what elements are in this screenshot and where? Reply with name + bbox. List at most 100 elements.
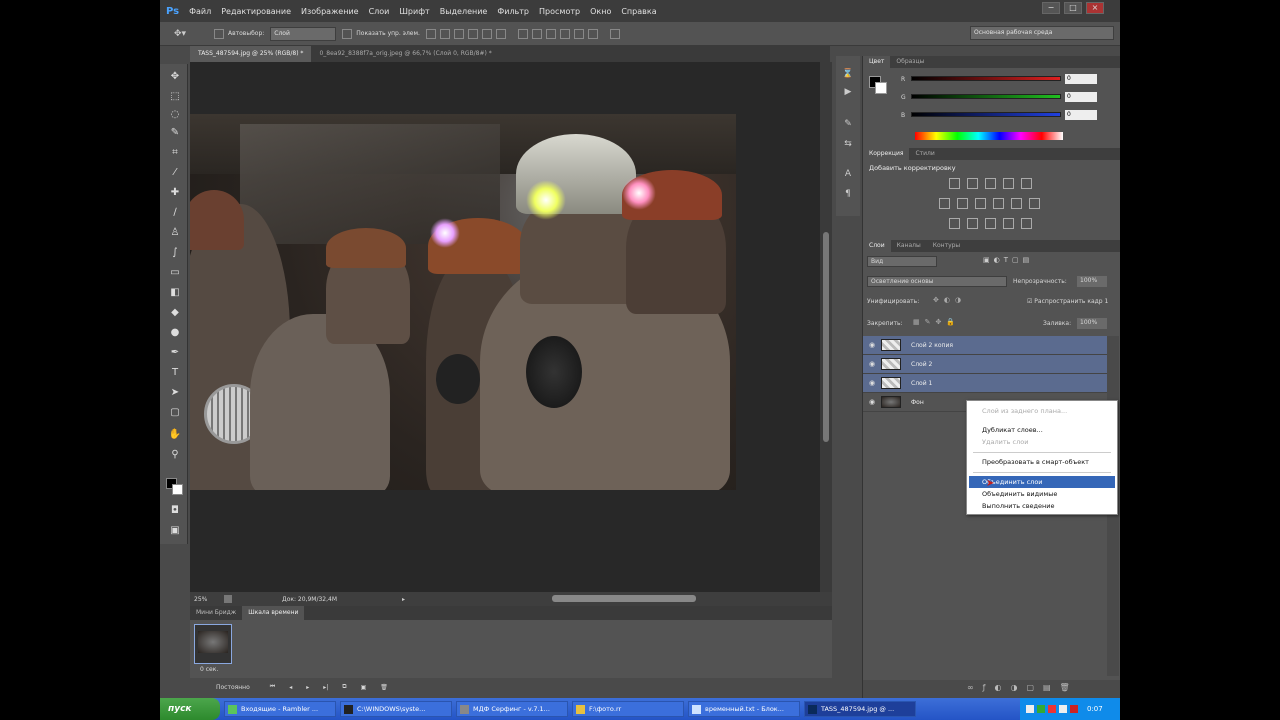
distribute-center-icon[interactable] bbox=[573, 28, 584, 39]
healing-icon[interactable]: ✚ bbox=[168, 186, 182, 200]
layer-name[interactable]: Слой 1 bbox=[911, 380, 932, 387]
auto-select-checkbox[interactable] bbox=[214, 28, 224, 39]
duplicate-frame-icon[interactable]: ▣ bbox=[361, 684, 367, 691]
clone-source-icon[interactable]: ⇆ bbox=[842, 138, 854, 150]
ctx-convert-smart-object[interactable]: Преобразовать в смарт-объект bbox=[969, 456, 1115, 468]
status-arrow-icon[interactable]: ▸ bbox=[402, 596, 405, 603]
menu-edit[interactable]: Редактирование bbox=[221, 7, 291, 16]
distribute-bottom-icon[interactable] bbox=[545, 28, 556, 39]
blend-mode-dropdown[interactable]: Осветление основы bbox=[867, 276, 1007, 287]
play-icon[interactable]: ▸ bbox=[306, 684, 309, 691]
vertical-scrollbar[interactable] bbox=[820, 62, 832, 592]
status-icon[interactable] bbox=[224, 595, 232, 603]
lasso-icon[interactable]: ◌ bbox=[168, 108, 182, 122]
tween-icon[interactable]: ⧉ bbox=[342, 683, 346, 691]
background-color-swatch[interactable] bbox=[172, 484, 183, 495]
clock[interactable]: 0:07 bbox=[1087, 705, 1103, 713]
horizontal-scroll-thumb[interactable] bbox=[552, 595, 696, 602]
move-icon[interactable]: ✥ bbox=[168, 70, 182, 84]
quick-select-icon[interactable]: ✎ bbox=[168, 126, 182, 140]
doc-tab-active[interactable]: TASS_487594.jpg @ 25% (RGB/8) * bbox=[190, 46, 312, 62]
color-balance-icon[interactable] bbox=[957, 198, 968, 209]
taskbar-item[interactable]: TASS_487594.jpg @ ... bbox=[804, 701, 916, 717]
marquee-icon[interactable]: ⬚ bbox=[168, 90, 182, 104]
taskbar-item[interactable]: Входящие - Rambler ... bbox=[224, 701, 336, 717]
paragraph-icon[interactable]: ¶ bbox=[842, 188, 854, 200]
menu-filter[interactable]: Фильтр bbox=[497, 7, 529, 16]
eye-icon[interactable]: ◉ bbox=[863, 341, 881, 349]
filter-icons[interactable]: ▣◐T▢▤ bbox=[983, 256, 1063, 267]
blur-icon[interactable]: ◆ bbox=[168, 306, 182, 320]
layer-row[interactable]: ◉ Слой 2 bbox=[863, 355, 1107, 374]
document-image[interactable] bbox=[190, 114, 736, 490]
menu-select[interactable]: Выделение bbox=[440, 7, 488, 16]
tab-mini-bridge[interactable]: Мини Бридж bbox=[190, 606, 242, 620]
auto-select-dropdown[interactable]: Слой bbox=[270, 26, 337, 41]
quick-mask-icon[interactable]: ◘ bbox=[168, 504, 182, 518]
eye-icon[interactable]: ◉ bbox=[863, 398, 881, 406]
ctx-delete-layers[interactable]: Удалить слои bbox=[969, 436, 1115, 448]
menu-layers[interactable]: Слои bbox=[369, 7, 390, 16]
selective-color-icon[interactable] bbox=[1021, 218, 1032, 229]
eye-icon[interactable]: ◉ bbox=[863, 379, 881, 387]
channel-b-value[interactable]: 0 bbox=[1065, 110, 1097, 120]
canvas-area[interactable] bbox=[190, 62, 832, 592]
propagate-checkbox[interactable]: ☑ Распространить кадр 1 bbox=[1027, 298, 1108, 305]
menu-image[interactable]: Изображение bbox=[301, 7, 359, 16]
brush-icon[interactable]: ∕ bbox=[168, 206, 182, 220]
align-bottom-icon[interactable] bbox=[453, 28, 464, 39]
eraser-icon[interactable]: ▭ bbox=[168, 266, 182, 280]
fill-value[interactable]: 100% bbox=[1077, 318, 1107, 329]
shape-icon[interactable]: ▢ bbox=[168, 406, 182, 420]
tab-corrections[interactable]: Коррекция bbox=[863, 148, 910, 160]
tab-channels[interactable]: Каналы bbox=[891, 240, 927, 252]
invert-icon[interactable] bbox=[949, 218, 960, 229]
distribute-middle-icon[interactable] bbox=[531, 28, 542, 39]
menu-help[interactable]: Справка bbox=[621, 7, 656, 16]
pen-icon[interactable]: ✒ bbox=[168, 346, 182, 360]
tray-icon[interactable] bbox=[1059, 705, 1067, 713]
channel-b-slider[interactable] bbox=[911, 112, 1061, 117]
distribute-top-icon[interactable] bbox=[517, 28, 528, 39]
menu-type[interactable]: Шрифт bbox=[399, 7, 429, 16]
tab-swatches[interactable]: Образцы bbox=[890, 56, 930, 68]
align-left-icon[interactable] bbox=[467, 28, 478, 39]
taskbar-item[interactable]: МДФ Серфинг - v.7.1... bbox=[456, 701, 568, 717]
actions-icon[interactable]: ▶ bbox=[842, 86, 854, 98]
color-bg-swatch[interactable] bbox=[875, 82, 887, 94]
layers-footer-icons[interactable]: ∞ƒ◐◑▢▤🗑 bbox=[863, 680, 1120, 698]
taskbar-item[interactable]: C:\WINDOWS\syste... bbox=[340, 701, 452, 717]
menu-window[interactable]: Окно bbox=[590, 7, 611, 16]
color-spectrum[interactable] bbox=[915, 132, 1063, 140]
prev-frame-icon[interactable]: ◂ bbox=[289, 684, 292, 691]
tray-icon[interactable] bbox=[1026, 705, 1034, 713]
channel-g-slider[interactable] bbox=[911, 94, 1061, 99]
eyedropper-icon[interactable]: ⁄ bbox=[168, 166, 182, 180]
ctx-flatten-image[interactable]: Выполнить сведение bbox=[969, 500, 1115, 512]
photo-filter-icon[interactable] bbox=[993, 198, 1004, 209]
dodge-icon[interactable]: ● bbox=[168, 326, 182, 340]
layer-name[interactable]: Слой 2 копия bbox=[911, 342, 953, 349]
layer-name[interactable]: Слой 2 bbox=[911, 361, 932, 368]
hue-sat-icon[interactable] bbox=[939, 198, 950, 209]
delete-frame-icon[interactable]: 🗑 bbox=[380, 684, 388, 691]
tab-styles[interactable]: Стили bbox=[909, 148, 940, 160]
tab-paths[interactable]: Контуры bbox=[927, 240, 966, 252]
hand-icon[interactable]: ✋ bbox=[168, 428, 182, 442]
kind-filter-dropdown[interactable]: Вид bbox=[867, 256, 937, 267]
tab-timeline[interactable]: Шкала времени bbox=[242, 606, 305, 620]
channel-r-slider[interactable] bbox=[911, 76, 1061, 81]
start-button[interactable]: пуск bbox=[160, 698, 220, 720]
layer-name[interactable]: Фон bbox=[911, 399, 924, 406]
auto-align-icon[interactable] bbox=[609, 28, 620, 39]
doc-tab-second[interactable]: 0_8ea92_8388f7a_orig.jpeg @ 66,7% (Слой … bbox=[311, 46, 499, 62]
black-white-icon[interactable] bbox=[975, 198, 986, 209]
ctx-duplicate-layers[interactable]: Дубликат слоев... bbox=[969, 424, 1115, 436]
posterize-icon[interactable] bbox=[967, 218, 978, 229]
align-right-icon[interactable] bbox=[495, 28, 506, 39]
zoom-icon[interactable]: ⚲ bbox=[168, 448, 182, 462]
zoom-level[interactable]: 25% bbox=[194, 596, 224, 603]
taskbar-item[interactable]: F:\фото.rr bbox=[572, 701, 684, 717]
frame-1[interactable] bbox=[194, 624, 232, 664]
brightness-icon[interactable] bbox=[949, 178, 960, 189]
